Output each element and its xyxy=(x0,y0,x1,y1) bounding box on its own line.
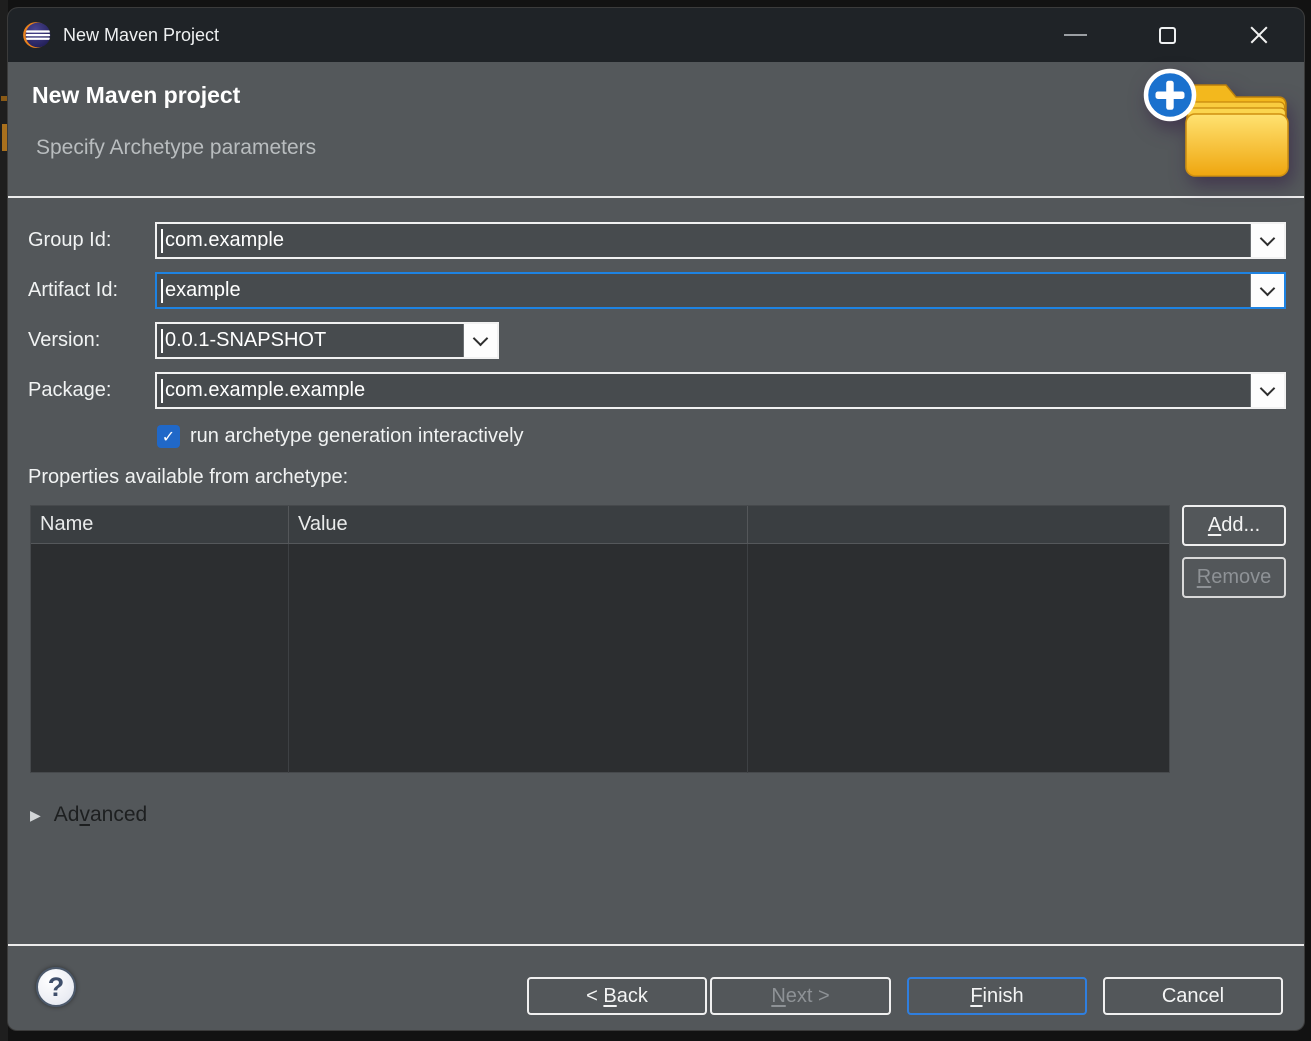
interactive-checkbox-row: ✓ run archetype generation interactively xyxy=(157,425,524,448)
group-id-dropdown-button[interactable] xyxy=(1250,224,1284,257)
artifact-id-label: Artifact Id: xyxy=(28,272,118,309)
chevron-down-icon xyxy=(1260,280,1276,296)
package-combo[interactable]: com.example.example xyxy=(155,372,1286,409)
footer-separator xyxy=(8,944,1304,946)
background-window-fragment xyxy=(1,96,7,101)
question-mark-icon: ? xyxy=(48,972,65,1003)
titlebar[interactable]: New Maven Project xyxy=(8,8,1304,62)
column-header-value[interactable]: Value xyxy=(289,506,748,543)
next-button[interactable]: Next > xyxy=(710,977,891,1015)
column-divider xyxy=(747,544,748,773)
artifact-id-value[interactable]: example xyxy=(163,279,1250,302)
chevron-down-icon xyxy=(1260,380,1276,396)
package-value[interactable]: com.example.example xyxy=(163,379,1250,402)
add-button[interactable]: Add... xyxy=(1182,505,1286,546)
properties-label: Properties available from archetype: xyxy=(28,466,348,489)
package-dropdown-button[interactable] xyxy=(1250,374,1284,407)
version-value[interactable]: 0.0.1-SNAPSHOT xyxy=(163,329,463,352)
chevron-down-icon xyxy=(473,330,489,346)
run-interactively-checkbox[interactable]: ✓ xyxy=(157,425,180,448)
expander-triangle-icon: ▶ xyxy=(30,807,41,824)
version-combo[interactable]: 0.0.1-SNAPSHOT xyxy=(155,322,499,359)
eclipse-logo-icon xyxy=(22,20,52,50)
add-button-label: A xyxy=(1208,514,1221,536)
page-title: New Maven project xyxy=(32,82,240,109)
group-id-combo[interactable]: com.example xyxy=(155,222,1286,259)
table-header-row: Name Value xyxy=(31,506,1169,544)
finish-button[interactable]: Finish xyxy=(907,977,1087,1015)
column-header-extra[interactable] xyxy=(748,506,1169,543)
minimize-icon xyxy=(1064,34,1087,36)
close-button[interactable] xyxy=(1239,15,1279,55)
new-folder-icon xyxy=(1142,66,1292,186)
cancel-button[interactable]: Cancel xyxy=(1103,977,1283,1015)
background-window-edge xyxy=(0,0,8,1041)
group-id-value[interactable]: com.example xyxy=(163,229,1250,252)
help-button[interactable]: ? xyxy=(36,967,76,1007)
run-interactively-label: run archetype generation interactively xyxy=(190,425,524,448)
column-header-name[interactable]: Name xyxy=(31,506,289,543)
remove-button-label: R xyxy=(1197,566,1211,588)
column-divider xyxy=(288,544,289,773)
package-label: Package: xyxy=(28,372,111,409)
advanced-label: Advanced xyxy=(54,803,147,827)
minimize-button[interactable] xyxy=(1055,15,1095,55)
new-maven-project-dialog: New Maven Project New Maven project Spec… xyxy=(8,8,1304,1030)
artifact-id-combo[interactable]: example xyxy=(155,272,1286,309)
back-button[interactable]: < Back xyxy=(527,977,707,1015)
maximize-icon xyxy=(1159,27,1176,44)
remove-button[interactable]: Remove xyxy=(1182,557,1286,598)
artifact-id-dropdown-button[interactable] xyxy=(1250,274,1284,307)
version-label: Version: xyxy=(28,322,100,359)
window-title: New Maven Project xyxy=(63,25,219,46)
group-id-label: Group Id: xyxy=(28,222,111,259)
close-icon xyxy=(1247,23,1271,47)
version-dropdown-button[interactable] xyxy=(463,324,497,357)
properties-table[interactable]: Name Value xyxy=(30,505,1170,773)
chevron-down-icon xyxy=(1260,230,1276,246)
advanced-expander[interactable]: ▶ Advanced xyxy=(30,803,147,827)
maximize-button[interactable] xyxy=(1147,15,1187,55)
page-subtitle: Specify Archetype parameters xyxy=(36,136,316,160)
table-body-empty[interactable] xyxy=(31,544,1169,773)
checkmark-icon: ✓ xyxy=(162,427,175,447)
wizard-banner: New Maven project Specify Archetype para… xyxy=(8,62,1304,198)
